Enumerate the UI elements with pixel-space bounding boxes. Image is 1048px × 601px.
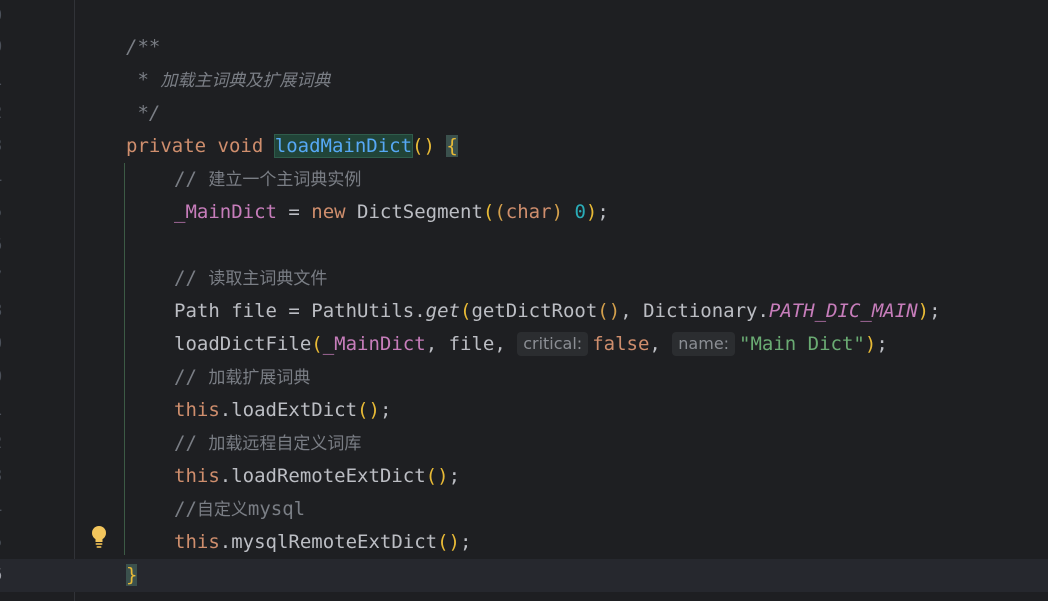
line-comment: // 加载扩展词典 [174, 366, 311, 388]
line-number: 0 [0, 31, 12, 64]
code-line[interactable]: 2 */ [0, 97, 1048, 130]
code-line[interactable]: 9 [0, 0, 1048, 33]
line-number: 9 [0, 328, 12, 361]
line-number: 6 [0, 229, 12, 262]
code-line[interactable]: 9 loadDictFile(_MainDict, file, critical… [0, 328, 1048, 361]
statement: this.mysqlRemoteExtDict(); [174, 531, 472, 553]
line-number: 1 [0, 64, 12, 97]
code-line[interactable]: 7 // 读取主词典文件 [0, 262, 1048, 295]
line-number: 0 [0, 361, 12, 394]
statement: _MainDict = new DictSegment((char) 0); [174, 201, 609, 223]
method-declaration: private void loadMainDict() { [126, 134, 458, 158]
statement: this.loadExtDict(); [174, 399, 392, 421]
line-comment: // 建立一个主词典实例 [174, 168, 362, 190]
line-number: 2 [0, 427, 12, 460]
code-line[interactable]: 2 // 加载远程自定义词库 [0, 427, 1048, 460]
line-number: 9 [0, 0, 12, 33]
code-line[interactable]: 0 /** [0, 31, 1048, 64]
statement: this.loadRemoteExtDict(); [174, 465, 461, 487]
code-line[interactable]: 0 // 加载扩展词典 [0, 361, 1048, 394]
code-editor[interactable]: 9 0 /** 1 * 加载主词典及扩展词典 2 */ 3 private vo… [0, 0, 1048, 601]
line-number: 5 [0, 196, 12, 229]
code-line[interactable]: 1 this.loadExtDict(); [0, 394, 1048, 427]
line-number: 6 [0, 559, 12, 592]
code-line[interactable]: 6 [0, 229, 1048, 262]
code-line[interactable]: 1 * 加载主词典及扩展词典 [0, 64, 1048, 97]
doc-comment: */ [126, 102, 161, 124]
code-line[interactable]: 4 //自定义mysql [0, 493, 1048, 526]
code-line-current[interactable]: 6 } [0, 559, 1048, 592]
doc-comment: /** [126, 36, 161, 58]
statement: Path file = PathUtils.get(getDictRoot(),… [174, 300, 941, 322]
matched-brace: } [126, 564, 138, 586]
line-number: 4 [0, 493, 12, 526]
closing-brace: } [126, 559, 138, 592]
matched-brace: { [446, 135, 458, 157]
code-line[interactable]: 4 // 建立一个主词典实例 [0, 163, 1048, 196]
code-line[interactable]: 3 private void loadMainDict() { [0, 130, 1048, 163]
code-line[interactable]: 3 this.loadRemoteExtDict(); [0, 460, 1048, 493]
line-number: 2 [0, 97, 12, 130]
statement: loadDictFile(_MainDict, file, critical: f… [174, 332, 888, 356]
lightbulb-icon[interactable] [90, 525, 108, 549]
line-number: 3 [0, 460, 12, 493]
line-comment: // 加载远程自定义词库 [174, 432, 362, 454]
method-name: loadMainDict [273, 134, 414, 158]
line-number: 8 [0, 295, 12, 328]
line-number: 5 [0, 526, 12, 559]
line-comment: //自定义mysql [174, 498, 306, 520]
line-number: 4 [0, 163, 12, 196]
code-line[interactable]: 5 this.mysqlRemoteExtDict(); [0, 526, 1048, 559]
line-comment: // 读取主词典文件 [174, 267, 328, 289]
doc-comment: * 加载主词典及扩展词典 [126, 69, 331, 91]
code-line[interactable]: 8 Path file = PathUtils.get(getDictRoot(… [0, 295, 1048, 328]
line-number: 3 [0, 130, 12, 163]
code-line[interactable]: 5 _MainDict = new DictSegment((char) 0); [0, 196, 1048, 229]
parameter-hint-critical: critical: [517, 332, 589, 356]
line-number: 7 [0, 262, 12, 295]
line-number: 1 [0, 394, 12, 427]
parameter-hint-name: name: [672, 332, 736, 356]
